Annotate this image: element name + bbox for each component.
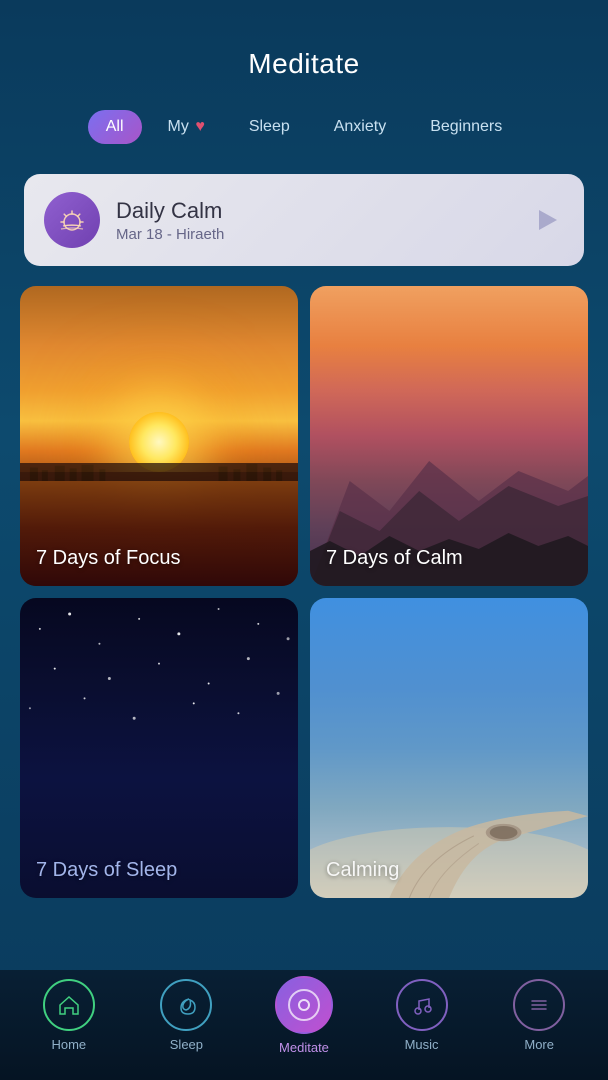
daily-calm-card[interactable]: Daily Calm Mar 18 - Hiraeth xyxy=(24,174,584,266)
cards-grid: 7 Days of Focus 7 Days of Calm xyxy=(0,286,608,898)
daily-calm-title: Daily Calm xyxy=(116,198,512,224)
card-sleep[interactable]: 7 Days of Sleep xyxy=(20,598,298,898)
nav-sleep-label: Sleep xyxy=(170,1037,203,1052)
meditate-icon-circle xyxy=(275,976,333,1034)
home-icon-circle xyxy=(43,979,95,1031)
card-focus-label: 7 Days of Focus xyxy=(36,546,282,570)
meditate-dot xyxy=(298,999,310,1011)
sleep-icon-circle xyxy=(160,979,212,1031)
filter-tab-beginners[interactable]: Beginners xyxy=(412,110,520,144)
card-sleep-label: 7 Days of Sleep xyxy=(36,858,282,882)
card-calm-label: 7 Days of Calm xyxy=(326,546,572,570)
nav-more[interactable]: More xyxy=(504,979,574,1052)
nav-meditate-label: Meditate xyxy=(279,1040,329,1055)
daily-calm-info: Daily Calm Mar 18 - Hiraeth xyxy=(116,198,512,243)
play-button[interactable] xyxy=(528,202,564,238)
card-calming-label: Calming xyxy=(326,858,572,882)
nav-music[interactable]: Music xyxy=(387,979,457,1052)
filter-tabs: All My ♥ Sleep Anxiety Beginners xyxy=(0,100,608,164)
card-calming[interactable]: Calming xyxy=(310,598,588,898)
more-icon-circle xyxy=(513,979,565,1031)
horizon-element xyxy=(20,463,298,481)
filter-tab-all[interactable]: All xyxy=(88,110,142,144)
play-icon xyxy=(539,210,557,230)
page-title: Meditate xyxy=(248,48,359,79)
card-focus[interactable]: 7 Days of Focus xyxy=(20,286,298,586)
header: Meditate xyxy=(0,0,608,100)
nav-home-label: Home xyxy=(51,1037,86,1052)
nav-music-label: Music xyxy=(405,1037,439,1052)
nav-home[interactable]: Home xyxy=(34,979,104,1052)
filter-tab-my[interactable]: My ♥ xyxy=(150,110,223,144)
filter-tab-sleep[interactable]: Sleep xyxy=(231,110,308,144)
nav-sleep[interactable]: Sleep xyxy=(151,979,221,1052)
meditate-inner-circle xyxy=(288,989,320,1021)
bottom-nav: Home Sleep Meditate Music xyxy=(0,970,608,1080)
daily-calm-icon xyxy=(44,192,100,248)
card-calm[interactable]: 7 Days of Calm xyxy=(310,286,588,586)
nav-more-label: More xyxy=(524,1037,554,1052)
filter-tab-anxiety[interactable]: Anxiety xyxy=(316,110,404,144)
nav-meditate[interactable]: Meditate xyxy=(269,976,339,1055)
stars xyxy=(20,598,298,898)
daily-calm-subtitle: Mar 18 - Hiraeth xyxy=(116,226,512,243)
music-icon-circle xyxy=(396,979,448,1031)
